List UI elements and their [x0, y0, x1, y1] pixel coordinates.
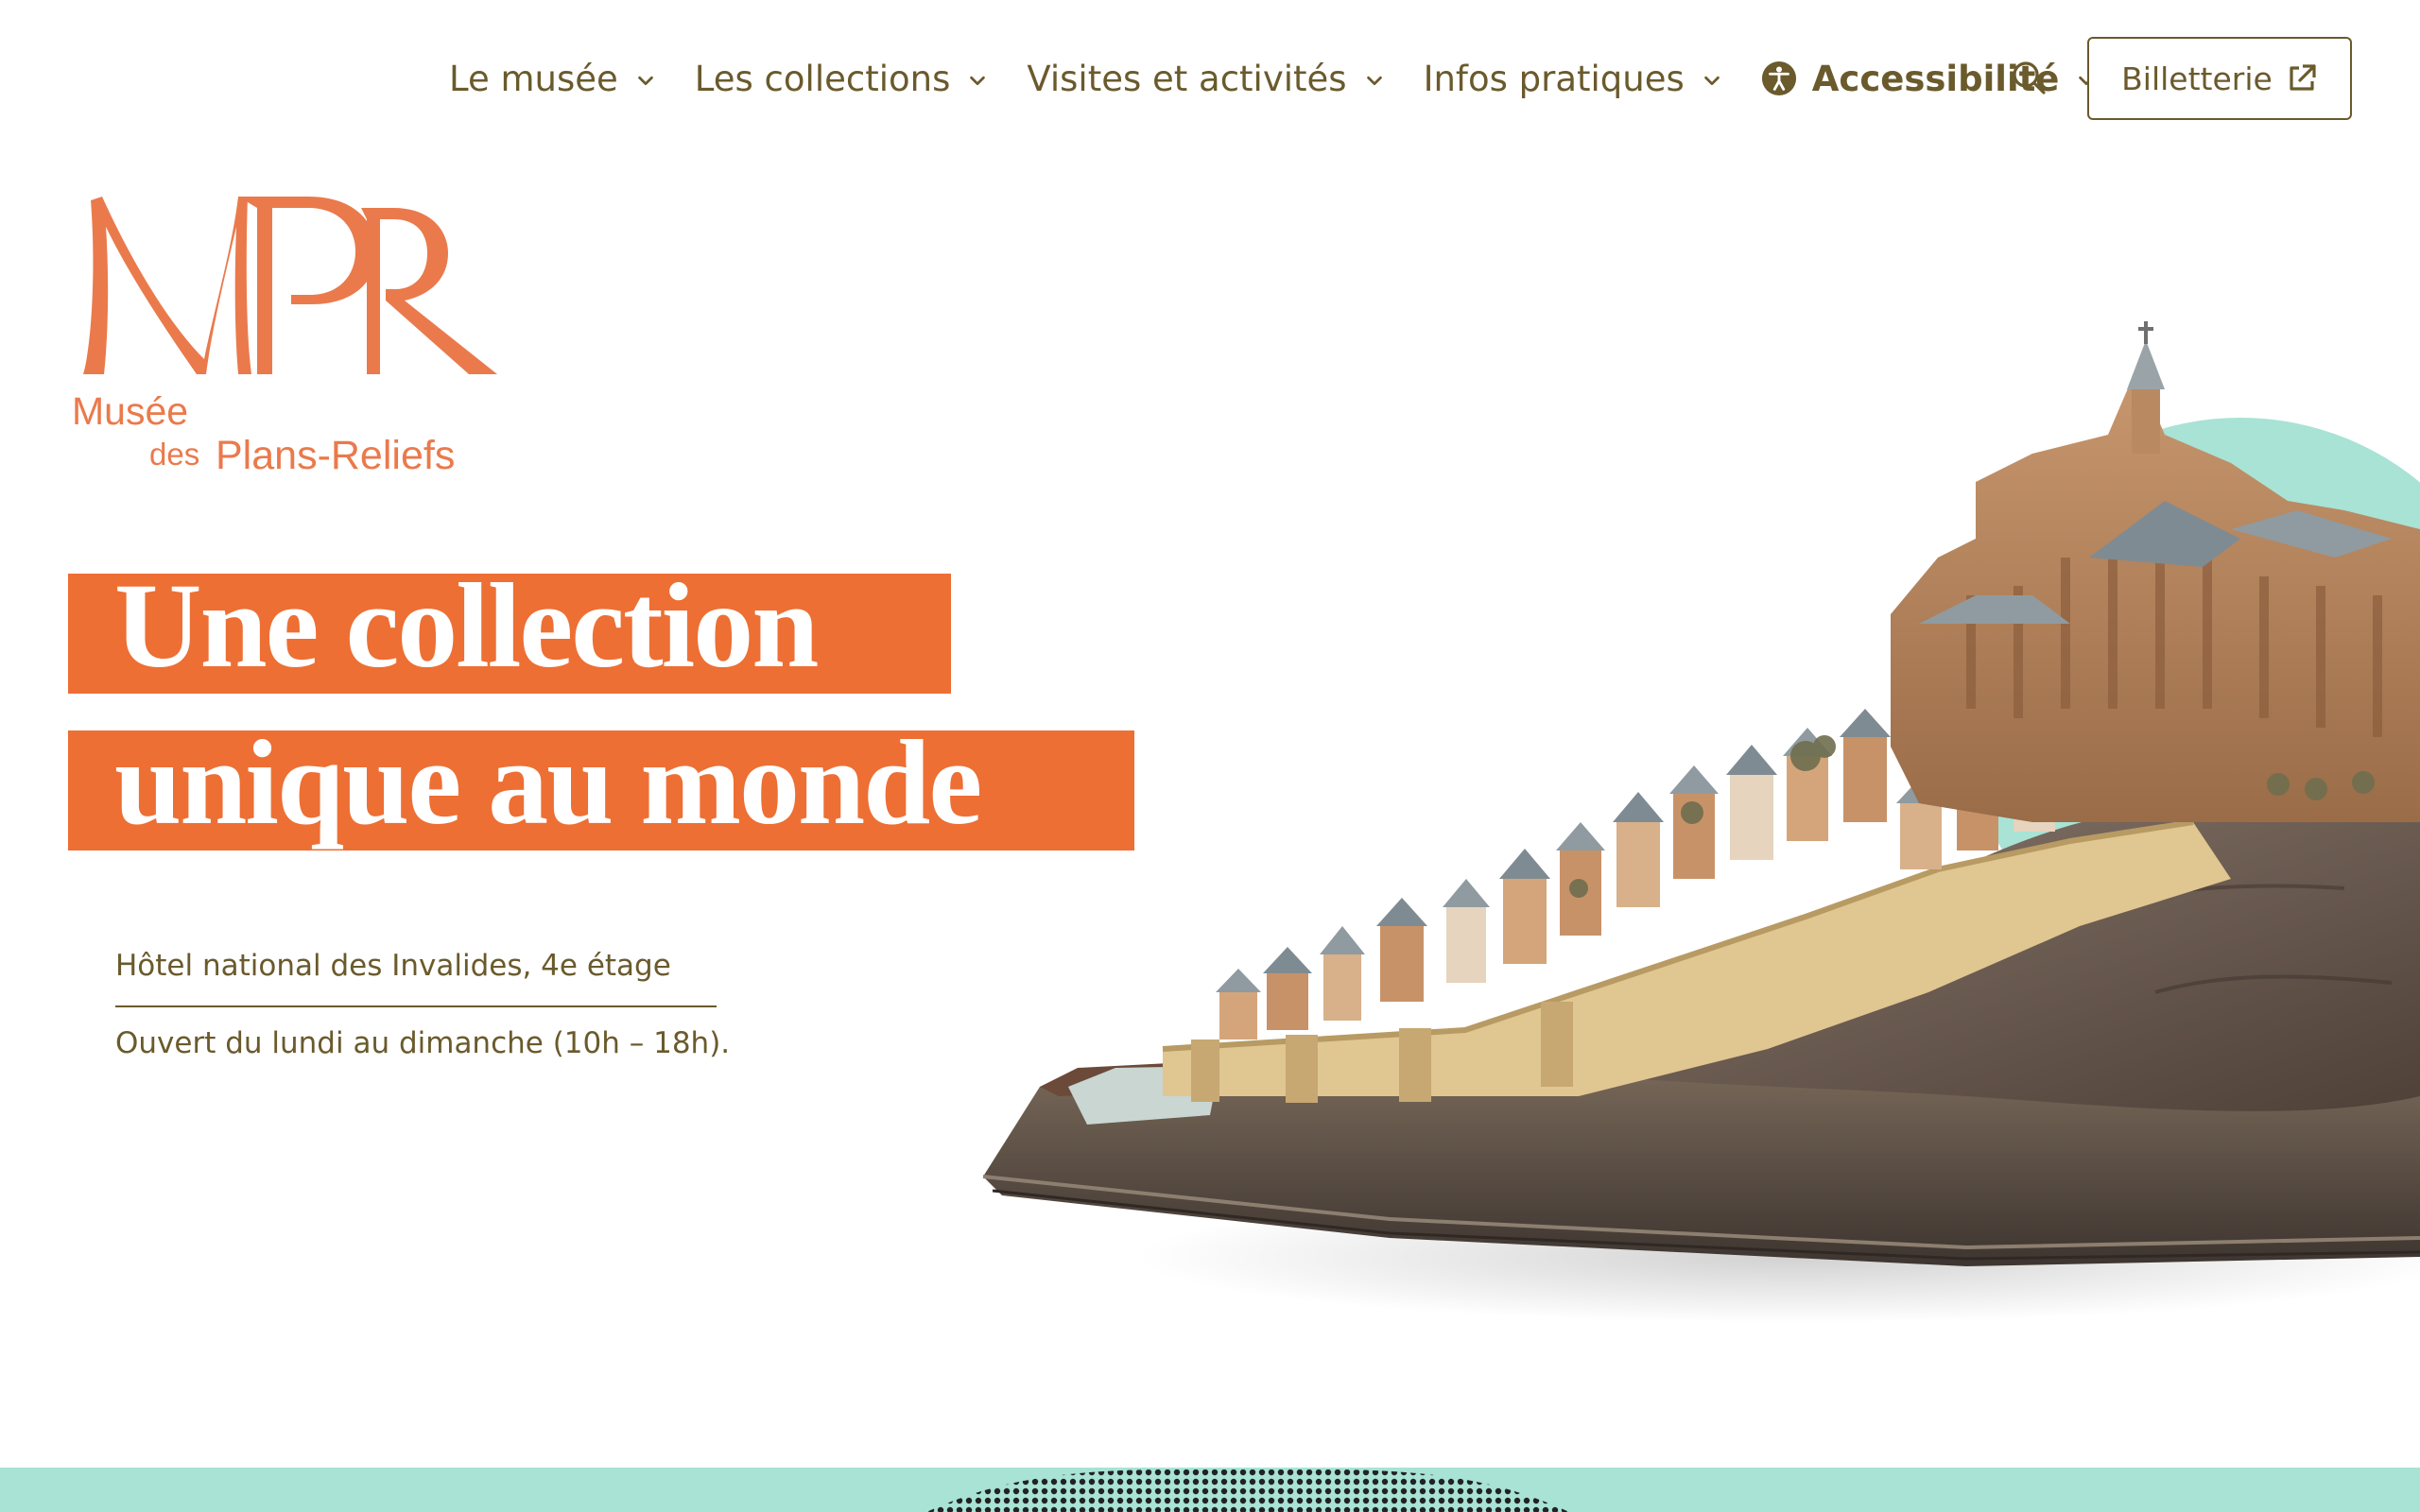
- logo-text-plans-reliefs: Plans-Reliefs: [216, 433, 456, 478]
- hero-headline-line-2: unique au monde: [114, 715, 982, 850]
- ticket-button-label: Billetterie: [2121, 60, 2273, 97]
- next-section-strip: [0, 1468, 2420, 1512]
- nav-item-label: Les collections: [694, 58, 951, 99]
- nav-item-infos-pratiques[interactable]: Infos pratiques: [1424, 59, 1722, 99]
- museum-address: Hôtel national des Invalides, 4e étage: [115, 949, 671, 983]
- chevron-down-icon: [1703, 76, 1720, 86]
- museum-logo[interactable]: Musée des Plans-Reliefs: [72, 189, 507, 491]
- hero-image-mont-saint-michel-model: [974, 312, 2420, 1370]
- logo-text-musee: Musée: [72, 389, 189, 433]
- chevron-down-icon: [638, 76, 653, 86]
- nav-menu: Le musée Les collections Visites et acti…: [449, 38, 2135, 119]
- logo-monogram: [83, 197, 497, 374]
- external-link-icon: [2290, 64, 2316, 91]
- nav-item-visites-activites[interactable]: Visites et activités: [1027, 59, 1384, 99]
- nav-item-les-collections[interactable]: Les collections: [695, 59, 989, 99]
- chevron-down-icon: [970, 76, 986, 86]
- halftone-pattern: [926, 1469, 1569, 1512]
- ticket-button[interactable]: Billetterie: [2087, 37, 2352, 120]
- mont-saint-michel-illustration: [982, 321, 2420, 1323]
- search-icon[interactable]: [2010, 59, 2048, 96]
- nav-item-label: Infos pratiques: [1423, 58, 1685, 99]
- hero-headline-line-1: Une collection: [114, 558, 819, 693]
- main-navigation: Le musée Les collections Visites et acti…: [0, 0, 2420, 157]
- logo-text-des: des: [149, 437, 200, 472]
- opening-hours: Ouvert du lundi au dimanche (10h – 18h).: [115, 1026, 731, 1060]
- nav-item-label: Visites et activités: [1027, 58, 1347, 99]
- info-divider: [115, 1005, 717, 1007]
- nav-item-le-musee[interactable]: Le musée: [449, 59, 656, 99]
- nav-item-label: Le musée: [449, 58, 618, 99]
- chevron-down-icon: [1366, 76, 1382, 86]
- accessibility-icon: [1761, 60, 1796, 96]
